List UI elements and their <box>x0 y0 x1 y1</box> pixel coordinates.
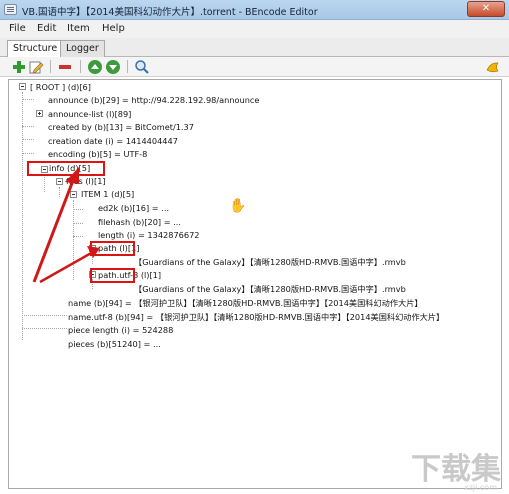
title-bar: VB.国语中字】【2014美国科幻动作大片】.torrent - BEncode… <box>0 0 509 20</box>
move-down-icon[interactable] <box>105 59 121 75</box>
close-button[interactable]: ✕ <box>467 1 505 17</box>
edit-icon[interactable] <box>28 59 44 75</box>
structure-tree[interactable]: [ ROOT ] (d)[6] announce (b)[29] = http:… <box>8 79 502 489</box>
tab-logger[interactable]: Logger <box>60 40 105 57</box>
remove-icon[interactable] <box>57 59 73 75</box>
menu-edit[interactable]: Edit <box>37 23 56 34</box>
search-icon[interactable] <box>134 59 150 75</box>
move-up-icon[interactable] <box>87 59 103 75</box>
annotation-arrows <box>32 167 100 284</box>
window-title: VB.国语中字】【2014美国科幻动作大片】.torrent - BEncode… <box>22 7 318 18</box>
toolbar <box>0 57 509 77</box>
toolbar-separator <box>127 60 128 73</box>
tab-strip: Structure Logger <box>0 38 509 58</box>
menu-file[interactable]: File <box>9 23 26 34</box>
app-icon <box>4 4 17 15</box>
menu-bar: File Edit Item Help <box>0 20 509 38</box>
hand-cursor-icon: ✋ <box>229 198 247 214</box>
tab-structure[interactable]: Structure <box>7 40 64 58</box>
watermark-logo: 下载集 <box>411 452 501 487</box>
settings-icon[interactable] <box>485 59 501 75</box>
toolbar-separator <box>80 60 81 73</box>
add-icon[interactable] <box>11 59 27 75</box>
toolbar-separator <box>50 60 51 73</box>
watermark-url: xzji.com <box>463 483 497 492</box>
menu-item[interactable]: Item <box>67 23 90 34</box>
menu-help[interactable]: Help <box>102 23 125 34</box>
